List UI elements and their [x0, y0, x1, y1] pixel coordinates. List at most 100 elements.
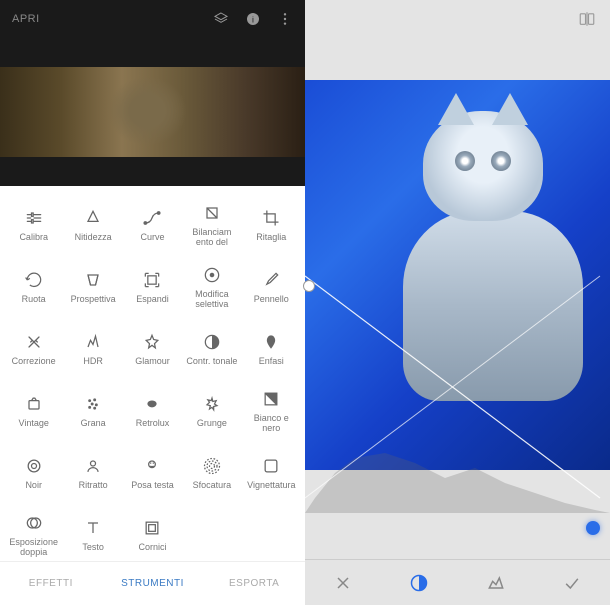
tool-calibra[interactable]: Calibra — [4, 194, 63, 256]
preview-thumbnail — [0, 67, 305, 157]
tool-espandi[interactable]: Espandi — [123, 256, 182, 318]
noir-icon — [24, 456, 44, 476]
tool-grunge[interactable]: Grunge — [182, 380, 241, 442]
tool-label: Ritaglia — [256, 233, 286, 243]
tab-esporta[interactable]: ESPORTA — [203, 562, 305, 605]
tool-label: Retrolux — [136, 419, 170, 429]
hdr-icon — [83, 332, 103, 352]
calibra-icon — [24, 208, 44, 228]
layers-icon[interactable] — [213, 11, 229, 27]
espandi-icon — [142, 270, 162, 290]
tool-enfasi[interactable]: Enfasi — [242, 318, 301, 380]
tool-label: Calibra — [19, 233, 48, 243]
tab-effetti[interactable]: EFFETTI — [0, 562, 102, 605]
canvas-area — [305, 38, 610, 559]
tool-ruota[interactable]: Ruota — [4, 256, 63, 318]
enfasi-icon — [261, 332, 281, 352]
correzione-icon — [24, 332, 44, 352]
vignettatura-icon — [261, 456, 281, 476]
close-button[interactable] — [325, 565, 361, 601]
tool-label: HDR — [83, 357, 103, 367]
compare-icon[interactable] — [578, 10, 596, 28]
curve-icon — [142, 208, 162, 228]
modifica-selettiva-icon — [202, 265, 222, 285]
pennello-icon — [261, 270, 281, 290]
curve-handle-top[interactable] — [303, 280, 315, 292]
tool-testo[interactable]: Testo — [63, 504, 122, 561]
tool-pennello[interactable]: Pennello — [242, 256, 301, 318]
tool-ritratto[interactable]: Ritratto — [63, 442, 122, 504]
tool-vignettatura[interactable]: Vignettatura — [242, 442, 301, 504]
more-icon[interactable] — [277, 11, 293, 27]
tool-bilanciamento[interactable]: Bilanciam ento del — [182, 194, 241, 256]
contrast-mode-button[interactable] — [401, 565, 437, 601]
tool-label: Sfocatura — [193, 481, 232, 491]
tool-posa-testa[interactable]: Posa testa — [123, 442, 182, 504]
tool-vintage[interactable]: Vintage — [4, 380, 63, 442]
right-topbar — [305, 0, 610, 38]
tool-label: Grunge — [197, 419, 227, 429]
tool-noir[interactable]: Noir — [4, 442, 63, 504]
tool-label: Vignettatura — [247, 481, 295, 491]
bottom-tabs: EFFETTISTRUMENTIESPORTA — [0, 561, 305, 605]
bianco-nero-icon — [261, 389, 281, 409]
tool-ritaglia[interactable]: Ritaglia — [242, 194, 301, 256]
tool-label: Pennello — [254, 295, 289, 305]
tool-label: Correzione — [12, 357, 56, 367]
tool-bianco-nero[interactable]: Bianco e nero — [242, 380, 301, 442]
tool-label: Contr. tonale — [186, 357, 237, 367]
tool-curve[interactable]: Curve — [123, 194, 182, 256]
bilanciamento-icon — [202, 203, 222, 223]
tool-prospettiva[interactable]: Prospettiva — [63, 256, 122, 318]
tool-label: Bilanciam ento del — [186, 228, 238, 248]
retrolux-icon — [142, 394, 162, 414]
tool-label: Enfasi — [259, 357, 284, 367]
esposizione-doppia-icon — [24, 513, 44, 533]
image-preview — [0, 38, 305, 186]
svg-text:i: i — [252, 14, 254, 24]
right-panel — [305, 0, 610, 605]
tool-label: Esposizione doppia — [8, 538, 60, 558]
tool-glamour[interactable]: Glamour — [123, 318, 182, 380]
open-label[interactable]: APRI — [12, 13, 213, 25]
tool-label: Bianco e nero — [245, 414, 297, 434]
tool-label: Ritratto — [79, 481, 108, 491]
tool-label: Cornici — [138, 543, 166, 553]
tool-label: Espandi — [136, 295, 169, 305]
posa-testa-icon — [142, 456, 162, 476]
contr-tonale-icon — [202, 332, 222, 352]
ritaglia-icon — [261, 208, 281, 228]
topbar: APRI i — [0, 0, 305, 38]
curve-overlay — [305, 38, 610, 563]
levels-mode-button[interactable] — [478, 565, 514, 601]
vintage-icon — [24, 394, 44, 414]
tool-contr-tonale[interactable]: Contr. tonale — [182, 318, 241, 380]
tool-label: Glamour — [135, 357, 170, 367]
apply-button[interactable] — [554, 565, 590, 601]
curve-handle-bottom[interactable] — [586, 521, 600, 535]
tool-sfocatura[interactable]: Sfocatura — [182, 442, 241, 504]
topbar-icons: i — [213, 11, 293, 27]
tool-grana[interactable]: Grana — [63, 380, 122, 442]
tool-cornici[interactable]: Cornici — [123, 504, 182, 561]
grana-icon — [83, 394, 103, 414]
left-panel: APRI i Calibra Nitidezza CurveBilanciam en… — [0, 0, 305, 605]
tool-label: Testo — [82, 543, 104, 553]
tool-label: Prospettiva — [71, 295, 116, 305]
info-icon[interactable]: i — [245, 11, 261, 27]
tool-label: Modifica selettiva — [186, 290, 238, 310]
tool-label: Posa testa — [131, 481, 174, 491]
tool-esposizione-doppia[interactable]: Esposizione doppia — [4, 504, 63, 561]
cornici-icon — [142, 518, 162, 538]
tool-correzione[interactable]: Correzione — [4, 318, 63, 380]
tool-retrolux[interactable]: Retrolux — [123, 380, 182, 442]
tool-label: Grana — [81, 419, 106, 429]
tab-strumenti[interactable]: STRUMENTI — [102, 562, 204, 605]
tool-hdr[interactable]: HDR — [63, 318, 122, 380]
tool-nitidezza[interactable]: Nitidezza — [63, 194, 122, 256]
tool-label: Nitidezza — [75, 233, 112, 243]
prospettiva-icon — [83, 270, 103, 290]
tool-modifica-selettiva[interactable]: Modifica selettiva — [182, 256, 241, 318]
right-bottom-bar — [305, 559, 610, 605]
ruota-icon — [24, 270, 44, 290]
